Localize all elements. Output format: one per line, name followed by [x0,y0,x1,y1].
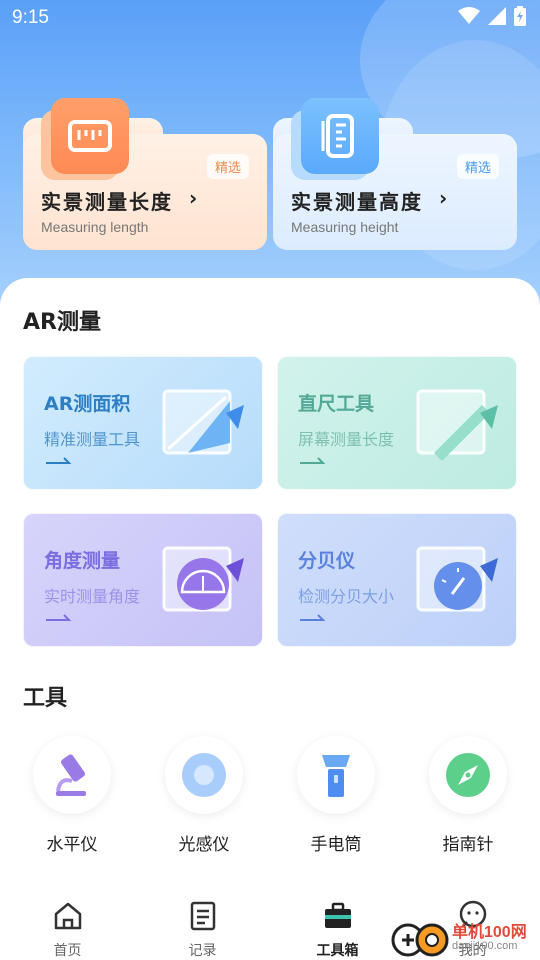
arrow-right-icon [46,457,72,464]
nav-label: 工具箱 [316,943,359,959]
decibel-gauge-icon [416,546,498,612]
tool-circle [429,736,507,814]
ar-card-area[interactable]: AR测面积 精准测量工具 [23,356,263,490]
site-watermark: 单机100网 danji100.com [390,914,540,960]
watermark-url: danji100.com [452,940,518,952]
ruler-horizontal-icon [51,98,129,174]
ar-card-decibel[interactable]: 分贝仪 检测分贝大小 [277,513,517,647]
card-subtitle: Measuring height [291,219,399,235]
arrow-right-icon [46,614,72,621]
arrow-right-icon [300,457,326,464]
tool-label: 光感仪 [178,835,230,855]
tool-circle [165,736,243,814]
nav-label: 首页 [53,943,82,959]
nav-records[interactable]: 记录 [135,888,270,960]
nav-toolbox[interactable]: 工具箱 [270,888,405,960]
ar-card-subtitle: 屏幕测量长度 [298,430,395,449]
featured-badge: 精选 [456,154,499,179]
ruler-vertical-icon [301,98,379,174]
nav-home[interactable]: 首页 [0,888,135,960]
chevron-right-icon: › [189,186,198,210]
home-icon [54,902,82,930]
flashlight-icon [322,755,350,797]
light-sensor-icon [182,753,226,797]
battery-icon [514,6,526,26]
ar-card-title: 直尺工具 [298,393,375,415]
area-icon [162,389,244,455]
ar-card-angle[interactable]: 角度测量 实时测量角度 [23,513,263,647]
card-title: 实景测量高度 [291,190,423,214]
ar-card-subtitle: 精准测量工具 [44,430,141,449]
ar-card-subtitle: 实时测量角度 [44,587,141,606]
status-bar: 9:15 [0,0,540,36]
card-subtitle: Measuring length [41,219,149,235]
ar-card-title: 角度测量 [44,550,121,572]
ar-card-ruler[interactable]: 直尺工具 屏幕测量长度 [277,356,517,490]
card-title: 实景测量长度 [41,190,173,214]
nav-label: 记录 [188,943,217,959]
compass-icon [446,753,490,797]
ar-card-title: AR测面积 [44,393,131,415]
ruler-icon [416,389,498,461]
tool-label: 水平仪 [46,835,98,855]
document-icon [190,901,216,931]
chevron-right-icon: › [439,186,448,210]
microscope-icon [56,754,86,796]
section-title-tools: 工具 [23,686,68,711]
toolbox-icon [325,902,351,928]
ar-card-subtitle: 检测分贝大小 [298,587,395,606]
arrow-right-icon [300,614,326,621]
watermark-text: 单机100网 [452,924,527,941]
tool-circle [33,736,111,814]
protractor-icon [162,546,244,612]
tool-circle [297,736,375,814]
status-time: 9:15 [12,7,49,28]
tool-label: 手电筒 [310,835,362,855]
section-title-ar: AR测量 [23,310,101,335]
card-measure-height[interactable]: 精选 实景测量高度 › Measuring height [273,98,517,250]
wifi-icon [458,7,480,24]
featured-badge: 精选 [206,154,249,179]
ar-card-title: 分贝仪 [298,550,356,572]
watermark-logo-icon [391,923,449,957]
tool-label: 指南针 [442,835,494,855]
card-measure-length[interactable]: 精选 实景测量长度 › Measuring length [23,98,267,250]
signal-icon [488,7,506,25]
